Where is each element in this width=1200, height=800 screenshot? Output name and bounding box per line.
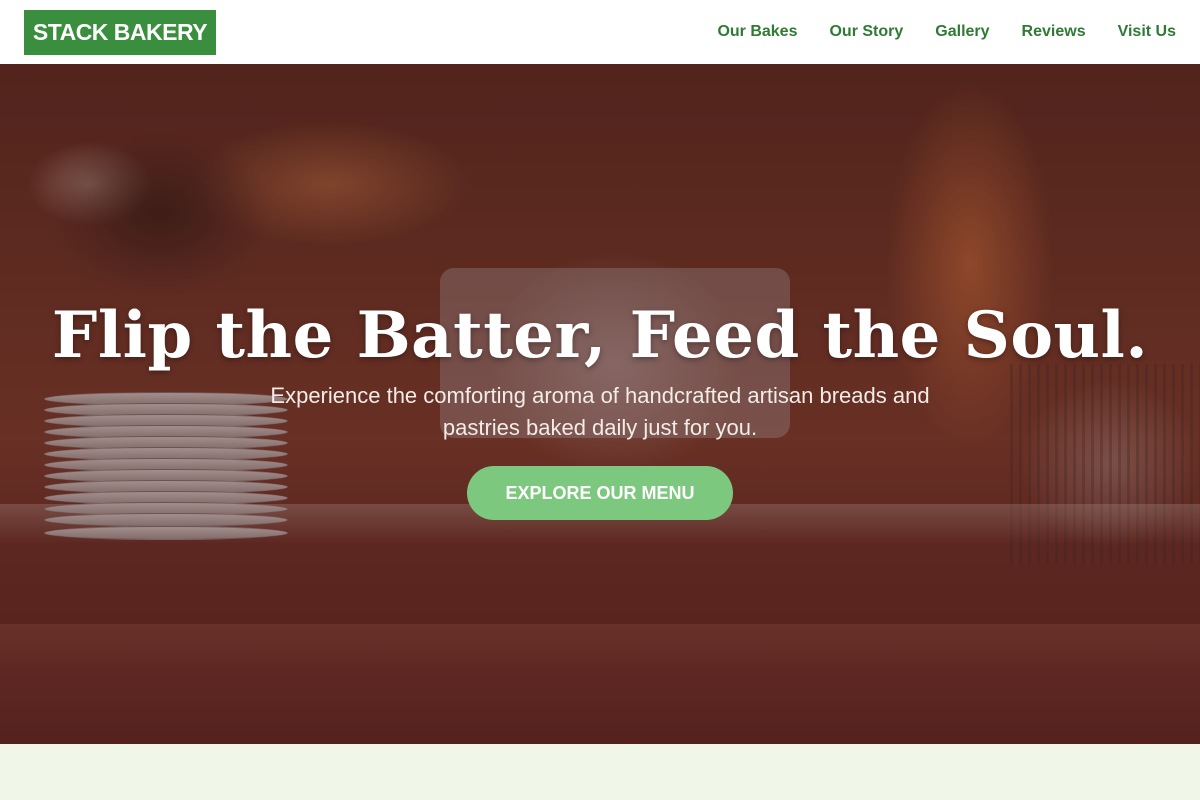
next-section <box>0 744 1200 800</box>
hero-title: Flip the Batter, Feed the Soul. <box>51 298 1149 373</box>
main-nav: Our Bakes Our Story Gallery Reviews Visi… <box>685 23 1176 41</box>
hero-content: Flip the Batter, Feed the Soul. Experien… <box>0 64 1200 744</box>
nav-reviews[interactable]: Reviews <box>1022 23 1086 41</box>
logo[interactable]: STACK BAKERY <box>24 9 216 55</box>
site-header: STACK BAKERY Our Bakes Our Story Gallery… <box>0 0 1200 64</box>
nav-our-story[interactable]: Our Story <box>829 23 903 41</box>
hero-section: Flip the Batter, Feed the Soul. Experien… <box>0 64 1200 744</box>
nav-our-bakes[interactable]: Our Bakes <box>717 23 797 41</box>
nav-visit-us[interactable]: Visit Us <box>1118 23 1176 41</box>
explore-menu-button[interactable]: EXPLORE OUR MENU <box>467 466 733 520</box>
hero-subtitle: Experience the comforting aroma of handc… <box>270 383 930 440</box>
nav-gallery[interactable]: Gallery <box>935 23 989 41</box>
